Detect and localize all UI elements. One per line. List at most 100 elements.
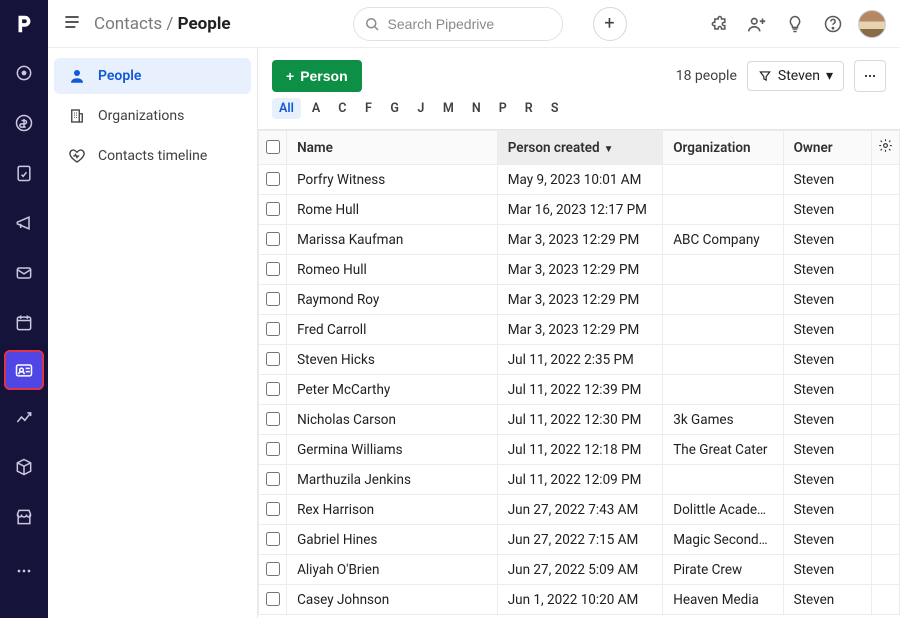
table-row[interactable]: Romeo HullMar 3, 2023 12:29 PMSteven — [259, 255, 900, 285]
cell-pad — [871, 345, 899, 375]
row-checkbox[interactable] — [266, 202, 280, 216]
nav-more[interactable] — [0, 546, 48, 596]
add-person-button[interactable]: + Person — [272, 60, 362, 92]
sidebar-item-timeline[interactable]: Contacts timeline — [54, 138, 251, 174]
nav-leads[interactable] — [0, 48, 48, 98]
sidebar-item-organizations[interactable]: Organizations — [54, 98, 251, 134]
table-row[interactable]: Nicholas CarsonJul 11, 2022 12:30 PM3k G… — [259, 405, 900, 435]
table-row[interactable]: Steven HicksJul 11, 2022 2:35 PMSteven — [259, 345, 900, 375]
alpha-letter-S[interactable]: S — [544, 98, 566, 119]
breadcrumb-root[interactable]: Contacts — [94, 14, 162, 34]
cell-org: Dolittle Academy — [663, 495, 783, 525]
sidebar-item-label: People — [98, 68, 141, 84]
row-checkbox[interactable] — [266, 172, 280, 186]
table-row[interactable]: Rex HarrisonJun 27, 2022 7:43 AMDolittle… — [259, 495, 900, 525]
cell-created: Jul 11, 2022 12:09 PM — [497, 465, 663, 495]
breadcrumb: Contacts / People — [94, 14, 231, 34]
puzzle-icon[interactable] — [706, 11, 732, 37]
row-checkbox[interactable] — [266, 472, 280, 486]
col-owner[interactable]: Owner — [783, 131, 871, 165]
cell-org: ABC Company — [663, 225, 783, 255]
table-row[interactable]: Porfry WitnessMay 9, 2023 10:01 AMSteven — [259, 165, 900, 195]
row-checkbox[interactable] — [266, 322, 280, 336]
cell-created: Jun 27, 2022 7:43 AM — [497, 495, 663, 525]
cell-created: Mar 3, 2023 12:29 PM — [497, 285, 663, 315]
search-wrap — [353, 7, 563, 41]
row-checkbox[interactable] — [266, 412, 280, 426]
table-row[interactable]: Casey JohnsonJun 1, 2022 10:20 AMHeaven … — [259, 585, 900, 615]
row-checkbox[interactable] — [266, 292, 280, 306]
nav-activities[interactable] — [0, 298, 48, 348]
nav-products[interactable] — [0, 442, 48, 492]
table-row[interactable]: Fred CarrollMar 3, 2023 12:29 PMSteven — [259, 315, 900, 345]
cell-owner: Steven — [783, 165, 871, 195]
cell-name: Aliyah O'Brien — [287, 555, 498, 585]
table-row[interactable]: Rome HullMar 16, 2023 12:17 PMSteven — [259, 195, 900, 225]
alpha-letter-M[interactable]: M — [436, 98, 461, 119]
cell-pad — [871, 165, 899, 195]
alpha-letter-N[interactable]: N — [465, 98, 488, 119]
menu-toggle-icon[interactable] — [62, 12, 82, 36]
table-row[interactable]: Marthuzila JenkinsJul 11, 2022 12:09 PMS… — [259, 465, 900, 495]
owner-filter-button[interactable]: Steven ▾ — [747, 61, 844, 91]
alpha-all[interactable]: All — [272, 98, 301, 119]
col-org[interactable]: Organization — [663, 131, 783, 165]
quick-add-button[interactable]: + — [593, 7, 627, 41]
nav-campaigns[interactable] — [0, 198, 48, 248]
sidebar-item-people[interactable]: People — [54, 58, 251, 94]
row-checkbox[interactable] — [266, 442, 280, 456]
cell-name: Romeo Hull — [287, 255, 498, 285]
nav-contacts[interactable] — [4, 350, 44, 390]
table-row[interactable]: Gabriel HinesJun 27, 2022 7:15 AMMagic S… — [259, 525, 900, 555]
nav-marketplace[interactable] — [0, 492, 48, 542]
sidebar-item-label: Organizations — [98, 108, 184, 124]
table-row[interactable]: Raymond RoyMar 3, 2023 12:29 PMSteven — [259, 285, 900, 315]
row-checkbox[interactable] — [266, 382, 280, 396]
col-settings[interactable] — [871, 131, 899, 165]
sort-desc-icon: ▼ — [604, 144, 614, 155]
pipedrive-logo[interactable] — [0, 0, 48, 48]
avatar[interactable] — [858, 10, 886, 38]
row-checkbox[interactable] — [266, 592, 280, 606]
cell-name: Rex Harrison — [287, 495, 498, 525]
col-name[interactable]: Name — [287, 131, 498, 165]
people-table-wrap[interactable]: Name Person created▼ Organization Owner … — [258, 129, 900, 618]
table-row[interactable]: Aliyah O'BrienJun 27, 2022 5:09 AMPirate… — [259, 555, 900, 585]
nav-mail[interactable] — [0, 248, 48, 298]
table-row[interactable]: Marissa KaufmanMar 3, 2023 12:29 PMABC C… — [259, 225, 900, 255]
invite-user-icon[interactable] — [744, 11, 770, 37]
cell-created: Jul 11, 2022 12:30 PM — [497, 405, 663, 435]
cell-org: The Great Cater — [663, 435, 783, 465]
table-row[interactable]: Germina WilliamsJul 11, 2022 12:18 PMThe… — [259, 435, 900, 465]
row-checkbox[interactable] — [266, 562, 280, 576]
nav-projects[interactable] — [0, 148, 48, 198]
col-created[interactable]: Person created▼ — [497, 131, 663, 165]
alpha-letter-C[interactable]: C — [331, 98, 353, 119]
more-actions-button[interactable] — [854, 60, 886, 92]
nav-insights[interactable] — [0, 392, 48, 442]
cell-org — [663, 255, 783, 285]
row-checkbox[interactable] — [266, 502, 280, 516]
alpha-letter-G[interactable]: G — [383, 98, 406, 119]
row-checkbox[interactable] — [266, 532, 280, 546]
cell-pad — [871, 315, 899, 345]
row-checkbox[interactable] — [266, 262, 280, 276]
help-icon[interactable] — [820, 11, 846, 37]
alpha-letter-R[interactable]: R — [518, 98, 540, 119]
cell-name: Nicholas Carson — [287, 405, 498, 435]
row-checkbox[interactable] — [266, 352, 280, 366]
alpha-letter-P[interactable]: P — [492, 98, 514, 119]
search-input[interactable] — [353, 7, 563, 41]
alpha-letter-J[interactable]: J — [410, 98, 432, 119]
row-checkbox[interactable] — [266, 232, 280, 246]
select-all-checkbox[interactable] — [266, 140, 280, 154]
nav-deals[interactable] — [0, 98, 48, 148]
alpha-letter-F[interactable]: F — [357, 98, 379, 119]
cell-owner: Steven — [783, 255, 871, 285]
table-row[interactable]: Peter McCarthyJul 11, 2022 12:39 PMSteve… — [259, 375, 900, 405]
cell-name: Raymond Roy — [287, 285, 498, 315]
dots-icon — [862, 68, 878, 84]
alpha-letter-A[interactable]: A — [305, 98, 327, 119]
hint-icon[interactable] — [782, 11, 808, 37]
cell-owner: Steven — [783, 555, 871, 585]
